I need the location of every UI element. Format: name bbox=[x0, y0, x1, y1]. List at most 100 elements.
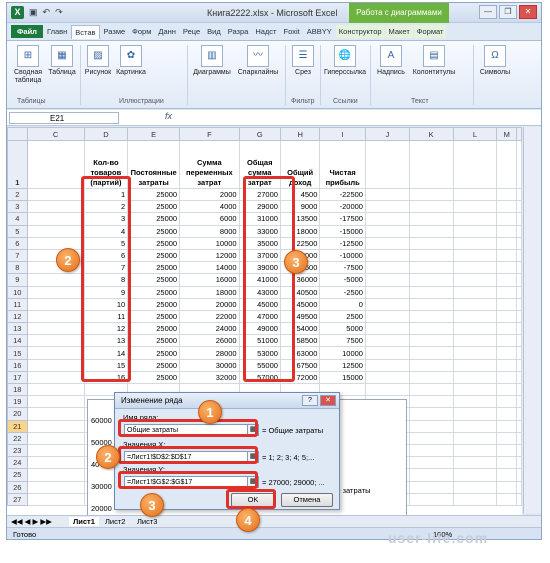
cell[interactable] bbox=[516, 236, 522, 250]
cell[interactable] bbox=[408, 248, 454, 263]
data-cell[interactable]: 8000 bbox=[179, 224, 240, 238]
row-header-9[interactable]: 9 bbox=[7, 273, 28, 287]
row-header-12[interactable]: 12 bbox=[7, 309, 28, 324]
cell[interactable] bbox=[408, 346, 454, 360]
row-header-21[interactable]: 21 bbox=[7, 419, 28, 433]
picture-button[interactable]: ▨ Рисунок bbox=[83, 45, 113, 77]
data-cell[interactable]: -10000 bbox=[319, 248, 366, 263]
data-cell[interactable]: -22500 bbox=[319, 187, 366, 202]
cell[interactable] bbox=[496, 309, 517, 324]
cell[interactable] bbox=[364, 334, 410, 348]
cell[interactable] bbox=[364, 382, 410, 397]
cell[interactable] bbox=[452, 370, 498, 385]
cell[interactable] bbox=[516, 200, 522, 214]
cell[interactable] bbox=[364, 187, 410, 202]
data-cell[interactable]: 25000 bbox=[127, 261, 181, 275]
cell[interactable] bbox=[516, 346, 522, 360]
data-cell[interactable]: 25000 bbox=[127, 273, 181, 287]
cell[interactable] bbox=[452, 224, 498, 238]
cell[interactable] bbox=[516, 480, 522, 494]
cell[interactable] bbox=[496, 370, 517, 385]
cell[interactable] bbox=[408, 407, 454, 421]
row-header-8[interactable]: 8 bbox=[7, 261, 28, 275]
data-cell[interactable]: 0 bbox=[319, 297, 366, 311]
cell[interactable] bbox=[364, 224, 410, 238]
cell[interactable] bbox=[364, 297, 410, 311]
cell[interactable] bbox=[516, 407, 522, 421]
cell[interactable] bbox=[516, 395, 522, 409]
sheet-tab-2[interactable]: Лист2 bbox=[105, 517, 125, 526]
cell[interactable] bbox=[452, 468, 498, 482]
sheet-tab-1[interactable]: Лист1 bbox=[69, 517, 99, 526]
cell[interactable] bbox=[26, 322, 85, 336]
row-header-22[interactable]: 22 bbox=[7, 431, 28, 445]
cell[interactable] bbox=[408, 334, 454, 348]
cell[interactable] bbox=[516, 468, 522, 482]
cell[interactable] bbox=[496, 407, 517, 421]
data-cell[interactable]: -20000 bbox=[319, 200, 366, 214]
cell[interactable] bbox=[496, 200, 517, 214]
data-cell[interactable]: -15000 bbox=[319, 224, 366, 238]
data-cell[interactable]: 25000 bbox=[127, 358, 181, 372]
tab-home[interactable]: Главн bbox=[44, 25, 70, 38]
data-cell[interactable]: 4000 bbox=[179, 200, 240, 214]
close-button[interactable]: ✕ bbox=[519, 5, 537, 19]
cell[interactable] bbox=[452, 261, 498, 275]
cell[interactable] bbox=[496, 285, 517, 299]
cell[interactable] bbox=[364, 370, 410, 385]
cell[interactable] bbox=[496, 322, 517, 336]
cell[interactable] bbox=[452, 382, 498, 397]
data-cell[interactable]: 25000 bbox=[127, 236, 181, 250]
excel-app-icon[interactable]: X bbox=[11, 6, 24, 19]
cell[interactable] bbox=[408, 468, 454, 482]
cell[interactable] bbox=[26, 468, 85, 482]
data-cell[interactable]: 25000 bbox=[127, 309, 181, 324]
cell[interactable] bbox=[496, 273, 517, 287]
column-header-G[interactable]: G bbox=[238, 127, 281, 141]
data-cell[interactable]: 10000 bbox=[179, 236, 240, 250]
cell[interactable] bbox=[516, 297, 522, 311]
cell[interactable] bbox=[496, 419, 517, 433]
table-button[interactable]: ▦ Таблица bbox=[47, 45, 77, 77]
dialog-close-button[interactable]: ✕ bbox=[320, 395, 336, 406]
row-header-27[interactable]: 27 bbox=[7, 492, 28, 506]
data-cell[interactable]: 20000 bbox=[179, 297, 240, 311]
cell[interactable] bbox=[496, 431, 517, 445]
row-header-20[interactable]: 20 bbox=[7, 407, 28, 421]
cell[interactable] bbox=[364, 248, 410, 263]
cell[interactable] bbox=[452, 212, 498, 226]
cell[interactable] bbox=[26, 224, 85, 238]
row-header-3[interactable]: 3 bbox=[7, 200, 28, 214]
charts-button[interactable]: ▥ Диаграммы bbox=[191, 45, 233, 77]
row-header-19[interactable]: 19 bbox=[7, 395, 28, 409]
tab-insert[interactable]: Встав bbox=[71, 24, 100, 39]
cell[interactable] bbox=[452, 236, 498, 250]
cell[interactable] bbox=[516, 224, 522, 238]
cell[interactable] bbox=[516, 322, 522, 336]
cell[interactable] bbox=[408, 309, 454, 324]
tab-data[interactable]: Данн bbox=[155, 25, 179, 38]
corner-cell[interactable] bbox=[7, 127, 28, 141]
cell[interactable] bbox=[408, 492, 454, 506]
name-box[interactable]: E21 bbox=[9, 112, 119, 124]
cell[interactable] bbox=[364, 309, 410, 324]
data-cell[interactable]: 7500 bbox=[319, 334, 366, 348]
vertical-scrollbar[interactable] bbox=[523, 127, 541, 513]
cell[interactable] bbox=[408, 212, 454, 226]
header-cell[interactable] bbox=[452, 140, 498, 189]
cell[interactable] bbox=[496, 236, 517, 250]
data-cell[interactable]: 25000 bbox=[127, 200, 181, 214]
dialog-help-button[interactable]: ? bbox=[302, 395, 318, 406]
cell[interactable] bbox=[408, 480, 454, 494]
cell[interactable] bbox=[452, 492, 498, 506]
cell[interactable] bbox=[408, 187, 454, 202]
header-cell[interactable]: Постоянные затраты bbox=[127, 140, 181, 189]
sheet-tab-3[interactable]: Лист3 bbox=[137, 517, 157, 526]
cell[interactable] bbox=[452, 358, 498, 372]
data-cell[interactable]: 30000 bbox=[179, 358, 240, 372]
row-header-2[interactable]: 2 bbox=[7, 187, 28, 202]
data-cell[interactable]: 24000 bbox=[179, 322, 240, 336]
row-header-15[interactable]: 15 bbox=[7, 346, 28, 360]
cell[interactable] bbox=[364, 273, 410, 287]
data-cell[interactable]: 25000 bbox=[127, 297, 181, 311]
